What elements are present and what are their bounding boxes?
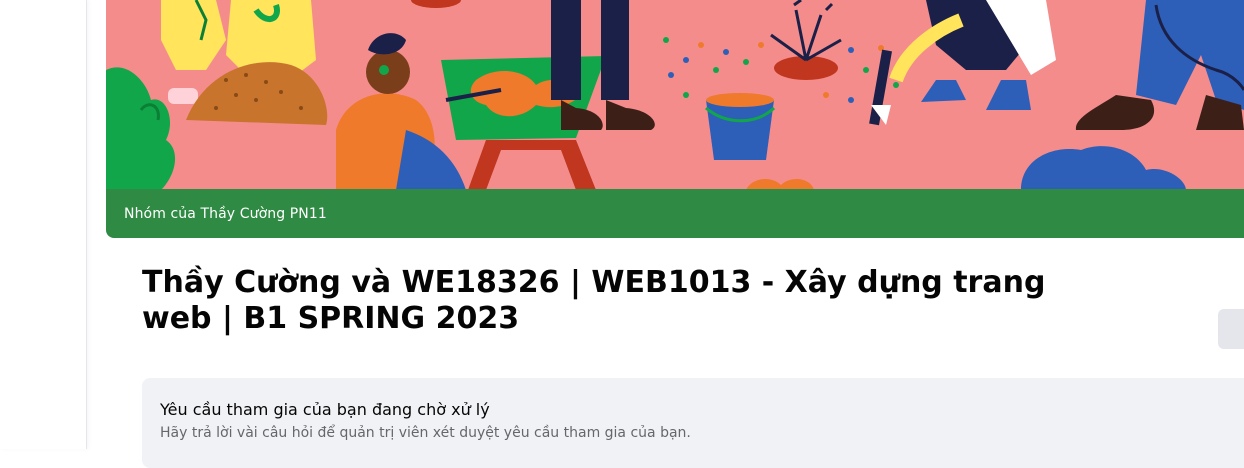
cover-photo[interactable] bbox=[106, 0, 1244, 190]
more-options-button[interactable] bbox=[1218, 309, 1244, 349]
group-bar: Nhóm của Thầy Cường PN11 bbox=[106, 189, 1244, 238]
pending-request-title: Yêu cầu tham gia của bạn đang chờ xử lý bbox=[160, 400, 490, 419]
group-title: Thầy Cường và WE18326 | WEB1013 - Xây dự… bbox=[142, 265, 1046, 336]
pending-request-card: Yêu cầu tham gia của bạn đang chờ xử lý … bbox=[142, 378, 1244, 468]
cover-illustration bbox=[106, 0, 1244, 190]
left-sidebar bbox=[0, 0, 87, 449]
group-owner-label[interactable]: Nhóm của Thầy Cường PN11 bbox=[124, 206, 327, 222]
pending-request-subtitle: Hãy trả lời vài câu hỏi để quản trị viên… bbox=[160, 425, 691, 441]
